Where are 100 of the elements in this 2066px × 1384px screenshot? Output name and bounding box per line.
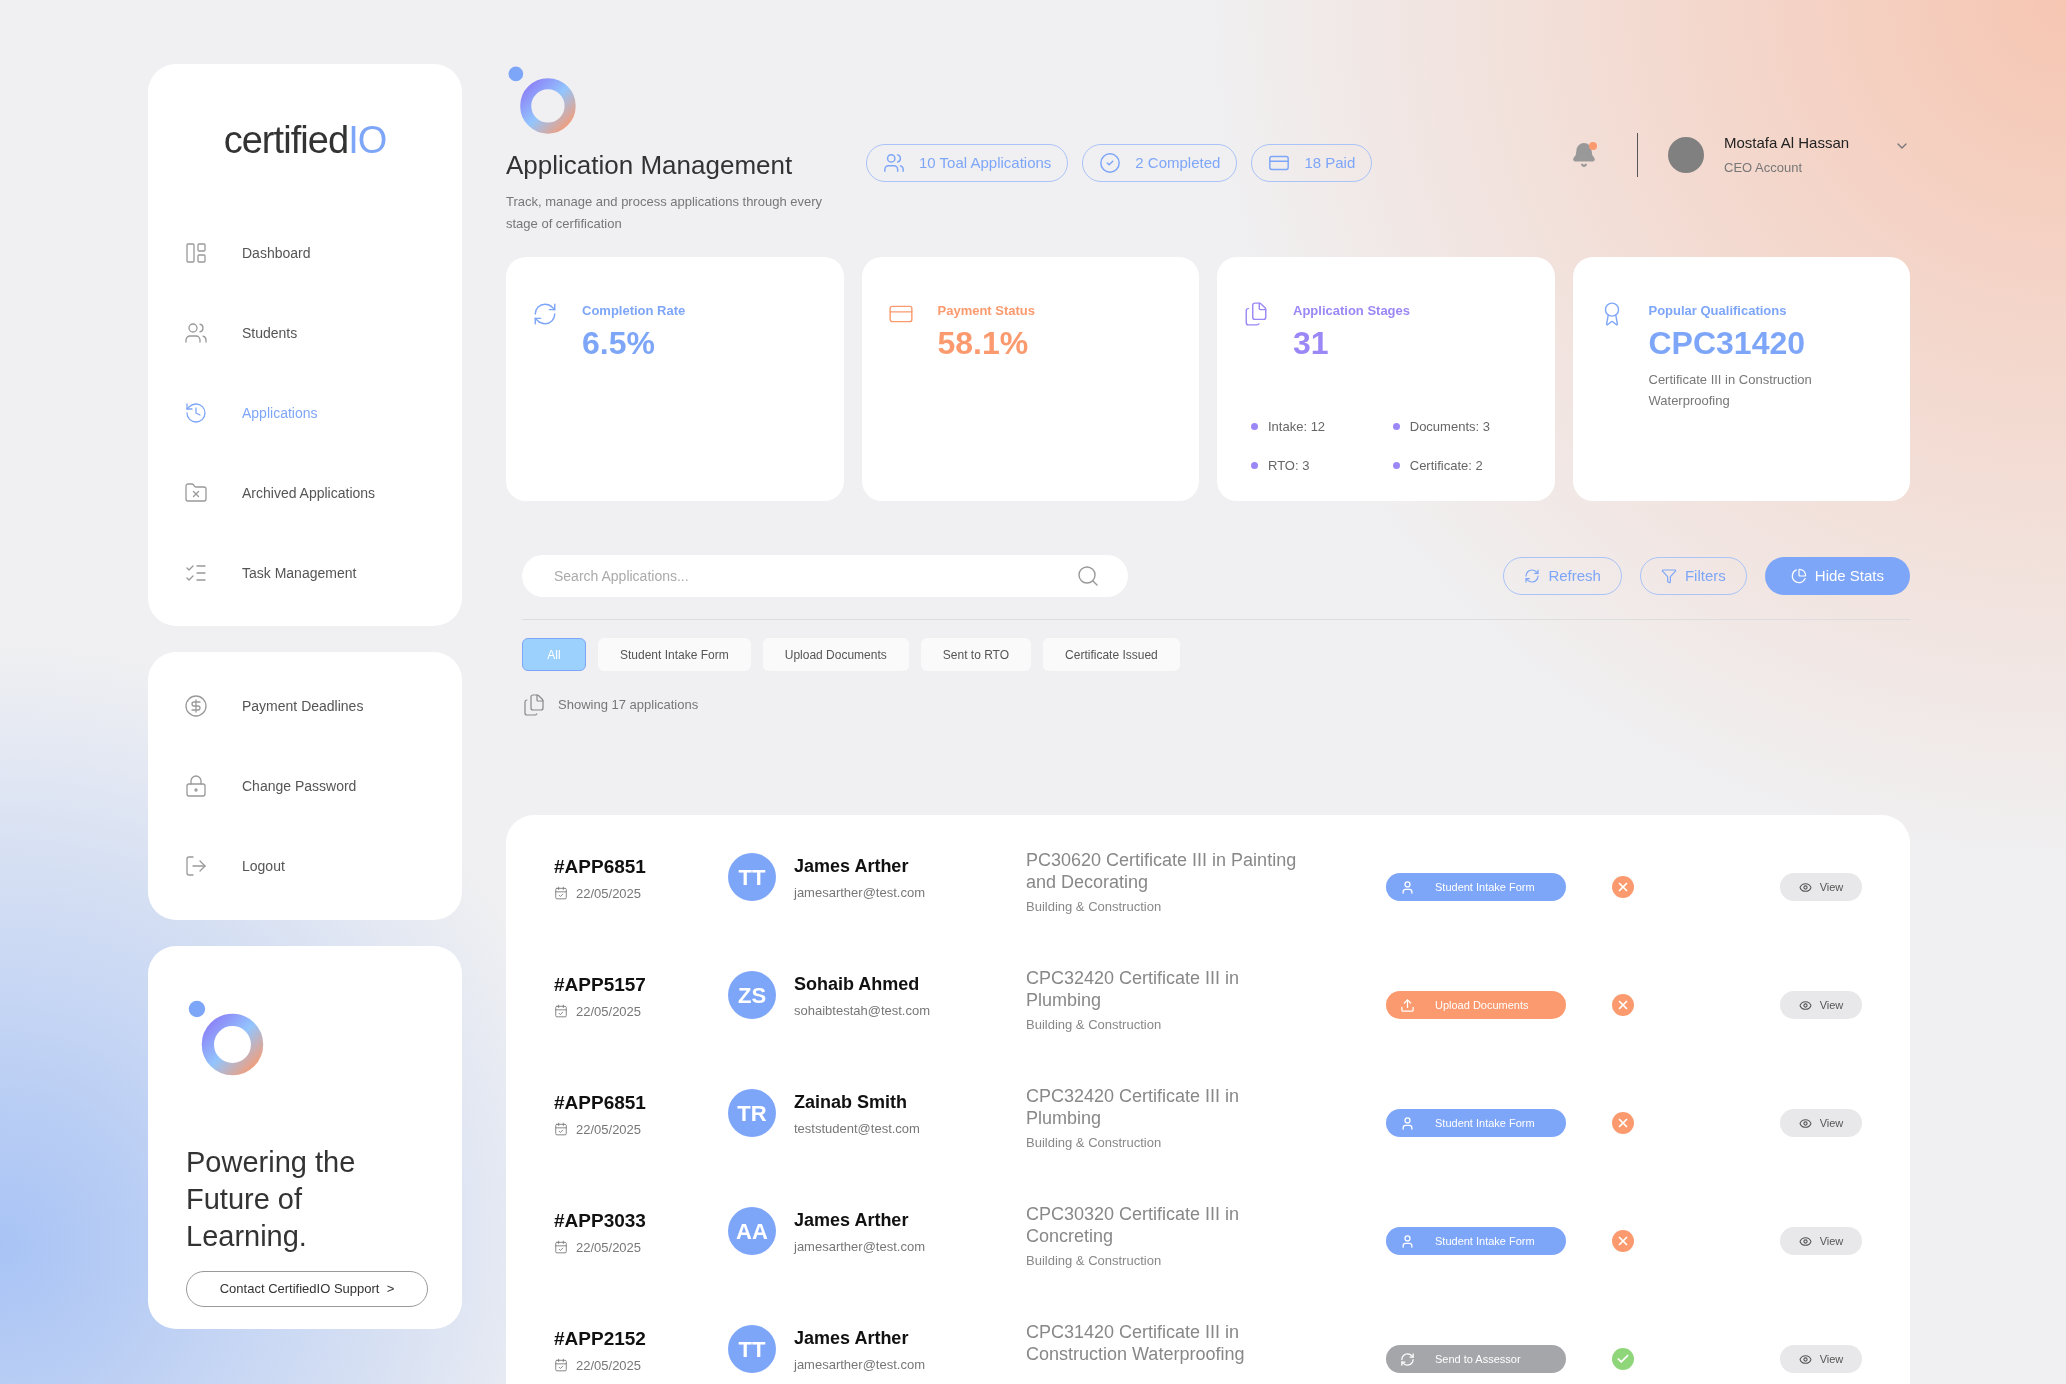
logo: certifiedIO: [223, 118, 387, 163]
logout-icon: [184, 854, 208, 878]
application-id: #APP2152: [554, 1327, 647, 1351]
student-name: James Arther: [794, 855, 910, 878]
calendar-icon: [554, 1122, 568, 1137]
eye-icon: [1798, 1352, 1812, 1366]
view-button[interactable]: View: [1780, 1345, 1862, 1373]
qualification-category: Building & Construction: [1026, 1134, 1163, 1152]
user-role: CEO Account: [1724, 158, 1804, 177]
calendar-icon: [554, 1004, 568, 1019]
qualification-category: Building & Construction: [1026, 1252, 1163, 1270]
people-icon: [184, 321, 208, 345]
nav-item[interactable]: Archived Applications: [148, 453, 462, 533]
page-subtitle: Track, manage and process applications through every stage of cerfification: [506, 193, 824, 233]
eye-icon: [1798, 880, 1812, 894]
stage-badge: Upload Documents: [1386, 991, 1566, 1019]
eye-icon: [1798, 1234, 1812, 1248]
qualification-name: CPC32420 Certificate III in Plumbing: [1026, 967, 1241, 1011]
search-field[interactable]: Search Applications...: [522, 555, 1128, 597]
student-email: jamesarther@test.com: [794, 884, 926, 902]
person-icon: [1400, 1115, 1415, 1131]
clock-icon: [184, 401, 208, 425]
check-circle-icon: [1099, 152, 1122, 174]
nav-item[interactable]: Task Management: [148, 533, 462, 613]
stage-badge: Student Intake Form: [1386, 873, 1566, 901]
person-icon: [1400, 1233, 1415, 1249]
filter-tab[interactable]: Upload Documents: [762, 638, 909, 671]
refresh-icon: [1524, 568, 1541, 584]
grid-icon: [184, 241, 208, 265]
application-id: #APP3033: [554, 1209, 647, 1233]
avatar-initials: TR: [728, 1089, 776, 1137]
stage-badge: Student Intake Form: [1386, 1109, 1566, 1137]
stat-detail: Certificate III in Construction Waterproofing: [1648, 370, 1813, 410]
person-icon: [1400, 879, 1415, 895]
qualification-name: CPC31420 Certificate III in Construction Waterproofing: [1026, 1321, 1246, 1365]
dollar-icon: [184, 694, 208, 718]
view-button[interactable]: View: [1780, 991, 1862, 1019]
application-id: #APP5157: [554, 973, 647, 997]
application-id: #APP6851: [554, 855, 647, 879]
stat-value: 6.5%: [582, 323, 656, 363]
calendar-icon: [554, 1358, 568, 1373]
nav-item[interactable]: Change Password: [148, 746, 462, 826]
people-icon: [883, 152, 905, 174]
refresh-icon: [1400, 1351, 1415, 1367]
lock-icon: [184, 774, 208, 798]
documents-icon: [522, 693, 546, 717]
student-name: Sohaib Ahmed: [794, 973, 921, 996]
application-date: 22/05/2025: [576, 1120, 642, 1139]
avatar: [1668, 136, 1704, 173]
student-email: jamesarther@test.com: [794, 1356, 926, 1374]
stage-count: Intake: 12: [1268, 418, 1326, 436]
nav-item[interactable]: Dashboard: [148, 213, 462, 293]
stat-title: Payment Status: [937, 302, 1036, 320]
student-email: jamesarther@test.com: [794, 1238, 926, 1256]
stage-badge: Student Intake Form: [1386, 1227, 1566, 1255]
stage-count: Documents: 3: [1409, 418, 1490, 436]
avatar-initials: TT: [728, 853, 776, 901]
filter-tab[interactable]: Certificate Issued: [1043, 638, 1180, 671]
student-name: Zainab Smith: [794, 1091, 908, 1114]
stat-value: CPC31420: [1648, 323, 1807, 363]
filter-icon: [1660, 568, 1677, 584]
filter-tab[interactable]: Sent to RTO: [920, 638, 1032, 671]
application-date: 22/05/2025: [576, 1238, 642, 1257]
calendar-icon: [554, 1240, 568, 1255]
pie-chart-icon: [1790, 568, 1807, 584]
stat-title: Application Stages: [1293, 302, 1411, 320]
stat-title: Popular Qualifications: [1648, 302, 1788, 320]
eye-icon: [1798, 998, 1812, 1012]
stat-value: 58.1%: [937, 323, 1030, 363]
avatar-initials: TT: [728, 1325, 776, 1373]
nav-item[interactable]: Logout: [148, 826, 462, 906]
nav-item[interactable]: Students: [148, 293, 462, 373]
student-email: sohaibtestah@test.com: [794, 1002, 932, 1020]
view-button[interactable]: View: [1780, 1109, 1862, 1137]
avatar-initials: ZS: [728, 971, 776, 1019]
avatar-initials: AA: [728, 1207, 776, 1255]
student-name: James Arther: [794, 1327, 910, 1350]
application-id: #APP6851: [554, 1091, 647, 1115]
application-date: 22/05/2025: [576, 884, 642, 903]
calendar-icon: [554, 886, 568, 901]
qualification-name: CPC30320 Certificate III in Concreting: [1026, 1203, 1241, 1247]
page-title: Application Management: [506, 149, 794, 182]
student-email: teststudent@test.com: [794, 1120, 921, 1138]
qualification-category: Building & Construction: [1026, 1016, 1163, 1034]
qualification-name: PC30620 Certificate III in Painting and Decorating: [1026, 849, 1298, 893]
stat-title: Completion Rate: [582, 302, 686, 320]
stage-badge: Send to Assessor: [1386, 1345, 1566, 1373]
view-button[interactable]: View: [1780, 873, 1862, 901]
view-button[interactable]: View: [1780, 1227, 1862, 1255]
promo-headline: Powering the Future of Learning.: [186, 1145, 357, 1254]
qualification-category: Building & Construction: [1026, 898, 1163, 916]
upload-icon: [1400, 997, 1415, 1013]
nav-item[interactable]: Payment Deadlines: [148, 666, 462, 746]
folder-icon: [184, 481, 208, 505]
stat-value: 31: [1293, 323, 1330, 363]
stage-count: RTO: 3: [1268, 456, 1310, 475]
application-date: 22/05/2025: [576, 1356, 642, 1375]
student-name: James Arther: [794, 1209, 910, 1232]
filter-tab[interactable]: Student Intake Form: [598, 638, 751, 671]
notification-bell-icon[interactable]: [1571, 141, 1597, 168]
